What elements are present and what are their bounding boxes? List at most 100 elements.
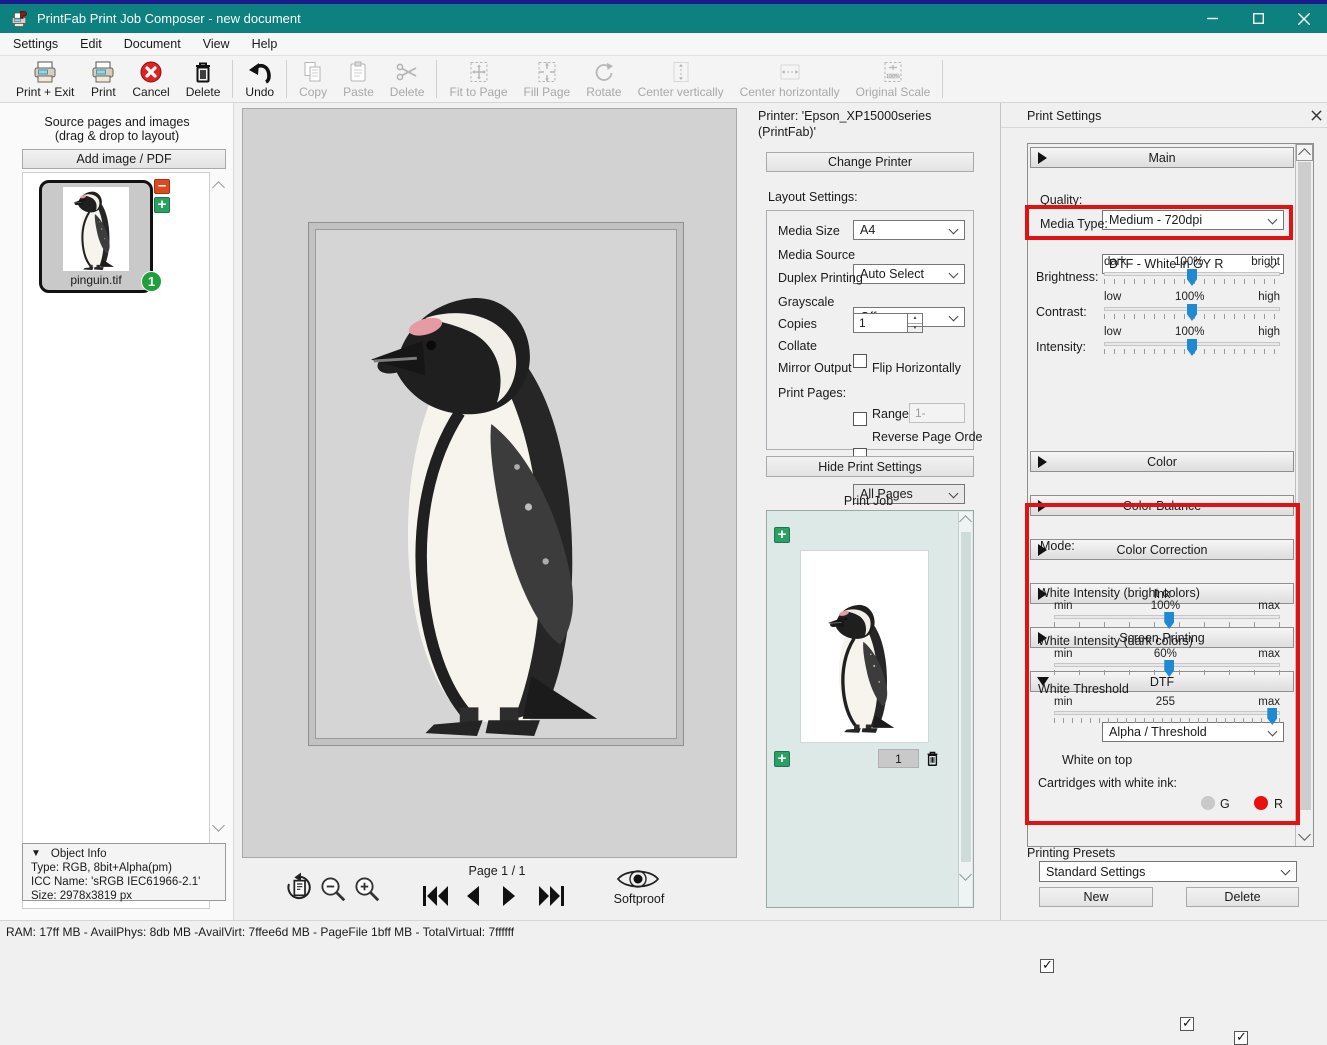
white-on-top-checkbox[interactable] (1040, 957, 1054, 973)
white-intensity-dark-slider[interactable]: min 60% max (1054, 648, 1280, 677)
next-page-icon[interactable] (500, 884, 518, 908)
dtf-mode-select[interactable]: Alpha / Threshold (1102, 722, 1284, 742)
slider-max-label: max (1258, 696, 1280, 708)
remove-copy-button[interactable]: – (154, 178, 170, 194)
white-intensity-bright-label: White Intensity (bright colors) (1038, 586, 1200, 600)
rotate-page-icon[interactable] (283, 872, 315, 904)
scroll-down-icon[interactable] (1298, 827, 1311, 841)
delete-button[interactable]: Delete (178, 56, 229, 102)
copy-button[interactable]: Copy (291, 56, 335, 102)
first-page-icon[interactable] (422, 884, 450, 908)
menu-settings[interactable]: Settings (2, 33, 69, 55)
toolbar-label: Rotate (586, 84, 622, 99)
preset-delete-button[interactable]: Delete (1186, 887, 1299, 907)
add-page-button[interactable]: + (774, 527, 790, 543)
slider-max-label: max (1258, 648, 1280, 660)
toolbar-label: Undo (245, 84, 275, 99)
collate-checkbox[interactable] (853, 412, 867, 426)
object-info-icc: ICC Name: 'sRGB IEC61966-2.1' (31, 876, 201, 888)
close-panel-icon[interactable] (1311, 110, 1322, 121)
menu-help[interactable]: Help (241, 33, 289, 55)
settings-scrollbar[interactable] (1295, 144, 1313, 846)
svg-text:100%: 100% (886, 73, 900, 79)
center-vertically-button[interactable]: Center vertically (630, 56, 732, 102)
undo-button[interactable]: Undo (237, 56, 282, 102)
brightness-slider[interactable]: dark 100% bright (1104, 256, 1280, 286)
scroll-up-icon[interactable] (212, 181, 225, 194)
spin-down-icon[interactable]: ▼ (908, 324, 922, 333)
section-main[interactable]: Main (1030, 147, 1294, 168)
add-page-button[interactable]: + (774, 751, 790, 767)
print-exit-button[interactable]: Print + Exit (8, 56, 82, 102)
toolbar-separator (942, 60, 944, 98)
maximize-button[interactable] (1235, 4, 1281, 33)
section-color[interactable]: Color (1030, 451, 1294, 472)
center-horizontally-button[interactable]: Center horizontally (732, 56, 848, 102)
contrast-slider[interactable]: low 100% high (1104, 291, 1280, 321)
scroll-up-icon[interactable] (959, 515, 972, 528)
source-item-pinguin[interactable]: pinguin.tif (39, 180, 153, 293)
ranges-input[interactable]: 1- (909, 403, 965, 423)
copies-spinner[interactable]: ▲ ▼ (908, 313, 923, 333)
original-scale-button[interactable]: 100% Original Scale (848, 56, 939, 102)
page-preview[interactable] (308, 222, 684, 746)
paste-button[interactable]: Paste (335, 56, 382, 102)
quality-select[interactable]: Medium - 720dpi (1102, 210, 1284, 230)
cartridge-g-checkbox[interactable] (1180, 1015, 1194, 1031)
presets-select[interactable]: Standard Settings (1039, 861, 1297, 882)
scroll-up-icon[interactable] (1298, 147, 1311, 161)
layout-canvas[interactable] (242, 108, 737, 858)
object-info-type: Type: RGB, 8bit+Alpha(pm) (31, 862, 172, 874)
cartridge-r-checkbox[interactable] (1234, 1029, 1248, 1045)
rotate-button[interactable]: Rotate (578, 56, 629, 102)
fill-page-icon (538, 61, 556, 82)
cancel-button[interactable]: Cancel (124, 56, 177, 102)
page-number-box[interactable]: 1 (878, 749, 919, 768)
delete-page-icon[interactable] (924, 749, 941, 768)
previous-page-icon[interactable] (464, 884, 482, 908)
softproof-eye-icon[interactable] (616, 866, 660, 892)
close-button[interactable] (1281, 4, 1327, 33)
add-copy-button[interactable]: + (154, 197, 170, 213)
spin-up-icon[interactable]: ▲ (908, 314, 922, 324)
toolbar-label: Print (91, 84, 116, 99)
menu-document[interactable]: Document (113, 33, 192, 55)
menu-edit[interactable]: Edit (69, 33, 113, 55)
scroll-down-icon[interactable] (959, 868, 972, 881)
scroll-down-icon[interactable] (212, 819, 225, 832)
hide-print-settings-button[interactable]: Hide Print Settings (766, 456, 974, 477)
trash-icon (196, 62, 211, 82)
zoom-out-icon[interactable] (318, 874, 348, 904)
minimize-button[interactable] (1189, 4, 1235, 33)
preset-new-button[interactable]: New (1039, 887, 1153, 907)
white-intensity-bright-slider[interactable]: min 100% max (1054, 600, 1280, 629)
add-image-button[interactable]: Add image / PDF (22, 149, 226, 169)
media-source-select[interactable]: Auto Select (853, 264, 965, 284)
fill-page-button[interactable]: Fill Page (516, 56, 579, 102)
collapse-arrow-icon[interactable]: ▼ (31, 847, 41, 861)
fit-to-page-button[interactable]: Fit to Page (441, 56, 515, 102)
print-job-page-thumbnail[interactable] (801, 551, 928, 742)
menu-view[interactable]: View (192, 33, 241, 55)
change-printer-button[interactable]: Change Printer (766, 152, 974, 172)
scrollbar-thumb[interactable] (1298, 162, 1311, 810)
printing-presets-label: Printing Presets (1027, 846, 1116, 860)
media-size-select[interactable]: A4 (853, 220, 965, 240)
last-page-icon[interactable] (537, 884, 565, 908)
scrollbar-thumb[interactable] (960, 532, 971, 862)
section-color-balance[interactable]: Color Balance (1030, 495, 1294, 516)
center-vertically-icon (673, 61, 689, 82)
zoom-in-icon[interactable] (352, 874, 382, 904)
print-button[interactable]: Print (82, 56, 124, 102)
toolbar-label: Cancel (132, 84, 170, 99)
original-scale-icon: 100% (884, 61, 902, 82)
penguin-image[interactable] (338, 278, 656, 736)
slider-min-label: low (1104, 326, 1122, 338)
intensity-slider[interactable]: low 100% high (1104, 326, 1280, 356)
copies-input[interactable]: 1 (853, 313, 908, 333)
grayscale-checkbox[interactable] (853, 354, 867, 368)
print-job-scrollbar[interactable] (958, 512, 972, 906)
print-job-title: Print Job (843, 494, 894, 508)
white-threshold-slider[interactable]: min 255 max (1054, 696, 1280, 725)
delete-cut-button[interactable]: Delete (382, 56, 433, 102)
